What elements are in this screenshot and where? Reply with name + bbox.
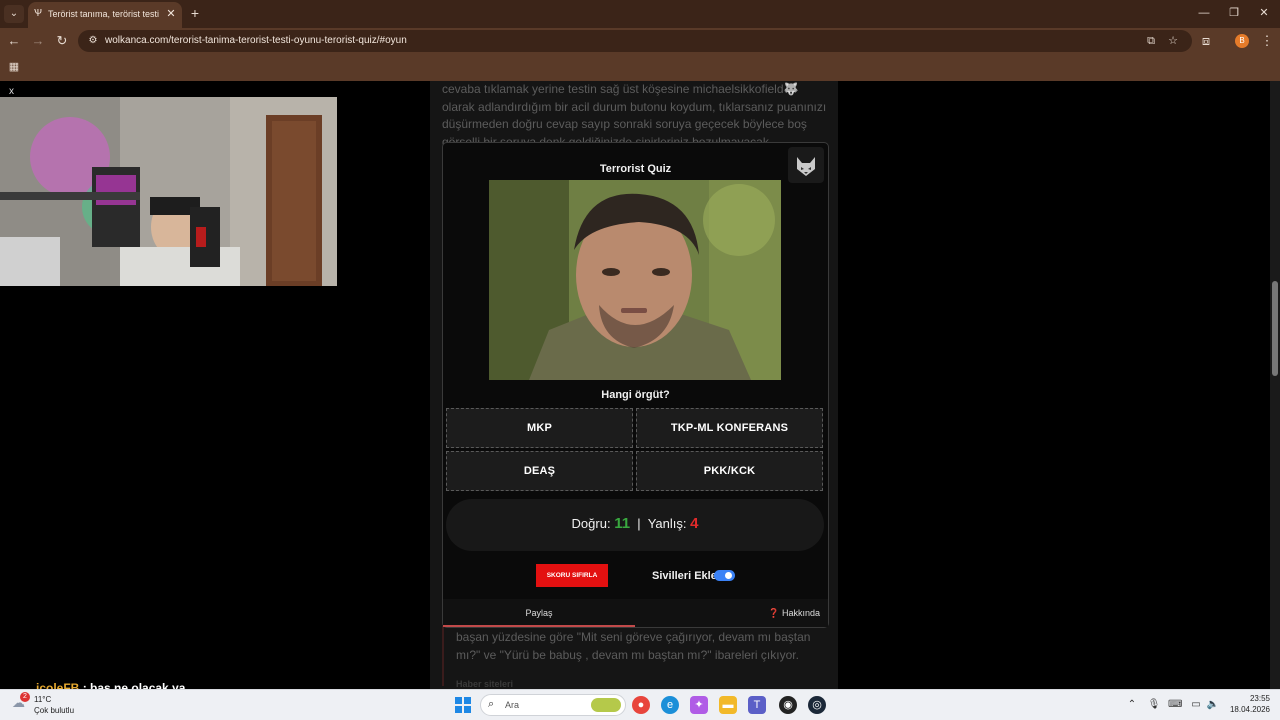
steam-icon[interactable]: ◎ bbox=[808, 696, 826, 714]
profile-avatar[interactable]: B bbox=[1235, 34, 1249, 48]
about-link[interactable]: ❓ Hakkında bbox=[768, 599, 820, 627]
weather-badge: 2 bbox=[20, 692, 30, 702]
tab-bar: ⌄ Ѱ Terörist tanıma, terörist testi oyu … bbox=[0, 0, 1280, 28]
add-civilians-toggle[interactable] bbox=[714, 570, 735, 581]
article-subheading: Haber siteleri bbox=[456, 679, 514, 689]
menu-kebab-icon[interactable]: ⋮ bbox=[1259, 33, 1275, 49]
edge-icon[interactable]: e bbox=[661, 696, 679, 714]
search-placeholder: Ara bbox=[505, 700, 520, 710]
add-civilians-label: Sivilleri Ekle bbox=[652, 570, 717, 582]
clock-time: 23:55 bbox=[1249, 694, 1270, 703]
page-scrollbar[interactable] bbox=[1270, 81, 1280, 689]
suspect-photo-image bbox=[489, 180, 781, 380]
back-icon[interactable]: ← bbox=[6, 33, 22, 49]
install-app-icon[interactable]: ⧉ bbox=[1144, 34, 1158, 48]
file-explorer-icon[interactable]: ▬ bbox=[719, 696, 737, 714]
score-panel: Doğru: 11 | Yanlış: 4 bbox=[446, 499, 824, 551]
about-label: Hakkında bbox=[781, 608, 820, 618]
chrome-icon[interactable]: ● bbox=[632, 696, 650, 714]
teams-icon[interactable]: T bbox=[748, 696, 766, 714]
obs-icon[interactable]: ◉ bbox=[779, 696, 797, 714]
webcam-close-button[interactable]: x bbox=[9, 86, 14, 97]
quiz-modal: Terrorist Quiz Hangi örgüt? MKP TKP-ML K… bbox=[442, 142, 829, 628]
restore-button[interactable]: ❐ bbox=[1219, 4, 1249, 22]
keyboard-icon[interactable]: ⌨ bbox=[1168, 698, 1182, 712]
browser-tab[interactable]: Ѱ Terörist tanıma, terörist testi oyu ✕ bbox=[28, 2, 182, 28]
browser-toolbar: ← → ↻ ⚙ wolkanca.com/terorist-tanima-ter… bbox=[0, 28, 1280, 55]
windows-start-icon[interactable] bbox=[455, 697, 471, 713]
tab-search-menu-button[interactable]: ⌄ bbox=[4, 5, 24, 23]
taskbar-search[interactable]: ⌕ Ara bbox=[480, 694, 626, 716]
new-tab-button[interactable]: + bbox=[188, 5, 202, 21]
answer-option-1[interactable]: MKP bbox=[446, 408, 633, 448]
scrollbar-thumb[interactable] bbox=[1272, 281, 1278, 376]
url-text[interactable]: wolkanca.com/terorist-tanima-terorist-te… bbox=[105, 35, 407, 46]
correct-label: Doğru: bbox=[571, 516, 611, 531]
minimize-button[interactable]: — bbox=[1189, 4, 1219, 22]
score-separator: | bbox=[637, 516, 641, 531]
webcam-feed bbox=[0, 97, 337, 286]
article-paragraph: cevaba tıklamak yerine testin sağ üst kö… bbox=[442, 82, 827, 149]
webcam-image bbox=[0, 97, 337, 286]
taskbar-clock[interactable]: 23:55 18.04.2026 bbox=[1226, 693, 1270, 715]
score-line: Doğru: 11 | Yanlış: 4 bbox=[446, 515, 824, 532]
address-bar[interactable]: ⚙ wolkanca.com/terorist-tanima-terorist-… bbox=[78, 30, 1192, 52]
question-text: Hangi örgüt? bbox=[601, 389, 670, 401]
search-highlight-art bbox=[591, 698, 621, 712]
answer-option-2[interactable]: TKP-ML KONFERANS bbox=[636, 408, 823, 448]
suspect-photo bbox=[489, 180, 781, 380]
microphone-icon[interactable]: 🎙 bbox=[1147, 698, 1161, 712]
volume-icon[interactable]: 🔈 bbox=[1206, 698, 1220, 712]
extensions-icon[interactable]: ⧈ bbox=[1198, 33, 1214, 49]
article-paragraph-bottom: başan yüzdesine göre "Mit seni göreve ça… bbox=[456, 630, 811, 662]
site-info-icon[interactable]: ⚙ bbox=[86, 34, 100, 48]
weather-desc[interactable]: Çok bulutlu bbox=[34, 706, 74, 715]
quote-bar bbox=[442, 626, 444, 686]
reload-icon[interactable]: ↻ bbox=[54, 33, 70, 49]
quiz-footer: Paylaş ❓ Hakkında bbox=[443, 599, 828, 627]
wrong-label: Yanlış: bbox=[647, 516, 687, 531]
toggle-knob bbox=[725, 572, 732, 579]
wolf-favicon-icon: Ѱ bbox=[34, 8, 42, 19]
share-tab[interactable]: Paylaş bbox=[443, 599, 635, 627]
answer-option-3[interactable]: DEAŞ bbox=[446, 451, 633, 491]
bookmarks-bar: ▦ bbox=[0, 55, 1280, 81]
reset-score-button[interactable]: SKORU SIFIRLA bbox=[536, 564, 608, 587]
correct-count: 11 bbox=[614, 515, 631, 532]
weather-temp[interactable]: 11°C bbox=[34, 695, 51, 704]
quiz-title: Terrorist Quiz bbox=[599, 163, 672, 175]
network-icon[interactable]: ▭ bbox=[1189, 698, 1203, 712]
question-mark-icon: ❓ bbox=[768, 608, 780, 618]
close-tab-icon[interactable]: ✕ bbox=[164, 7, 178, 21]
apps-grid-icon[interactable]: ▦ bbox=[7, 60, 21, 74]
answer-option-4[interactable]: PKK/KCK bbox=[636, 451, 823, 491]
bookmark-star-icon[interactable]: ☆ bbox=[1166, 34, 1180, 48]
tray-overflow-icon[interactable]: ⌃ bbox=[1125, 698, 1139, 712]
close-window-button[interactable]: ✕ bbox=[1249, 4, 1279, 22]
wrong-count: 4 bbox=[690, 515, 699, 532]
search-icon: ⌕ bbox=[488, 698, 495, 710]
taskbar: ☁ 2 11°C Çok bulutlu ⌕ Ara ● e ✦ ▬ T ◉ ◎… bbox=[0, 689, 1280, 720]
clock-date: 18.04.2026 bbox=[1229, 705, 1270, 714]
forward-icon[interactable]: → bbox=[30, 33, 46, 49]
tab-title: Terörist tanıma, terörist testi oyu bbox=[48, 9, 160, 19]
copilot-icon[interactable]: ✦ bbox=[690, 696, 708, 714]
